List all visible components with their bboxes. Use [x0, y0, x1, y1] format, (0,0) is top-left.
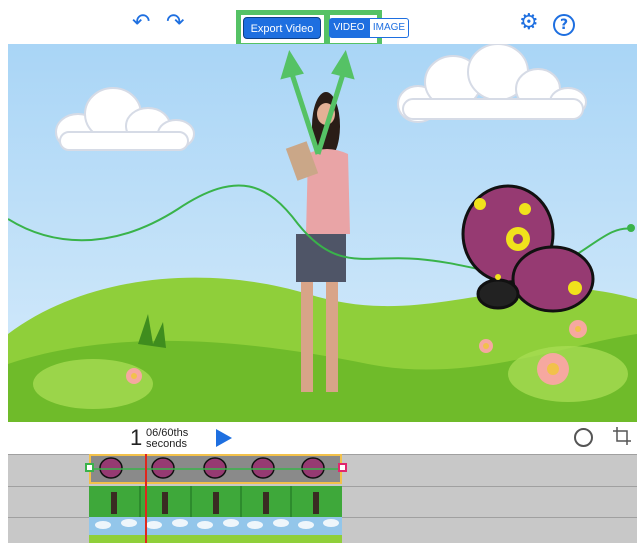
export-video-button[interactable]: Export Video	[243, 17, 321, 39]
video-thumbnails	[111, 486, 319, 517]
timeline-toolbar	[0, 422, 637, 454]
flower-small	[569, 320, 587, 338]
sprite-thumbnails	[91, 457, 340, 479]
canvas-stage[interactable]	[8, 44, 637, 422]
clip-start-handle[interactable]	[85, 463, 94, 472]
flower-large	[537, 353, 569, 385]
gear-icon[interactable]: ⚙	[519, 12, 539, 34]
mode-video-segment[interactable]: VIDEO	[329, 18, 369, 38]
crop-icon[interactable]	[612, 426, 632, 446]
path-end-handle	[627, 224, 635, 232]
help-button[interactable]: ?	[553, 14, 575, 36]
undo-icon[interactable]: ↶	[132, 12, 150, 34]
flower-small	[126, 368, 142, 384]
frame-number: 1	[130, 425, 143, 450]
mode-image-segment[interactable]: IMAGE	[369, 18, 409, 38]
video-clip[interactable]	[89, 486, 342, 517]
subframe-unit: seconds	[146, 438, 187, 450]
scene-image	[8, 44, 637, 422]
sprite-clip[interactable]	[89, 454, 342, 484]
flower-small	[479, 339, 493, 353]
butterfly-anchor	[495, 274, 501, 280]
play-button[interactable]	[216, 429, 232, 447]
background-clip[interactable]	[89, 517, 342, 543]
clip-end-handle[interactable]	[338, 463, 347, 472]
redo-icon[interactable]: ↷	[166, 12, 184, 34]
playhead[interactable]	[145, 454, 147, 543]
subframe-readout: 06/60ths seconds	[146, 428, 188, 450]
background-thumbnails	[89, 519, 342, 543]
circle-tool-icon[interactable]	[574, 428, 593, 447]
